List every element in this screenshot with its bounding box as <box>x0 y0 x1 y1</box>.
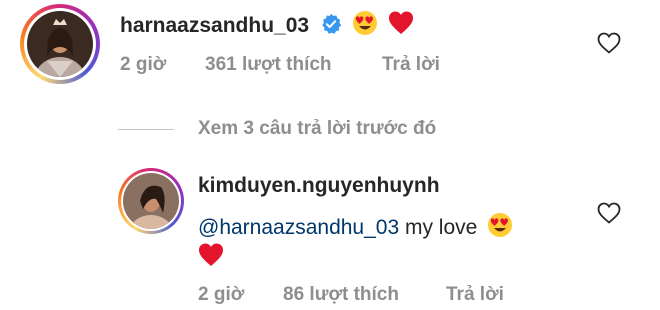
username-line: kimduyen.nguyenhuynh <box>198 174 440 198</box>
verified-badge-icon <box>320 13 342 41</box>
mention-link[interactable]: @harnaazsandhu_03 <box>198 216 399 239</box>
comment-kimduyen: kimduyen.nguyenhuynh @harnaazsandhu_03 m… <box>0 160 660 310</box>
username[interactable]: harnaazsandhu_03 <box>120 14 309 37</box>
comment-meta: 2 giờ 86 lượt thích Trả lời <box>198 284 598 308</box>
like-count[interactable]: 361 lượt thích <box>205 54 332 76</box>
reply-button[interactable]: Trả lời <box>382 54 440 76</box>
like-count[interactable]: 86 lượt thích <box>283 284 399 306</box>
timestamp[interactable]: 2 giờ <box>198 284 244 306</box>
avatar-photo-icon <box>123 173 179 229</box>
username[interactable]: kimduyen.nguyenhuynh <box>198 174 440 197</box>
comment-text: @harnaazsandhu_03 my love <box>198 212 513 244</box>
timestamp[interactable]: 2 giờ <box>120 54 166 76</box>
smiling-face-heart-eyes-icon <box>487 212 513 244</box>
smiling-face-heart-eyes-icon <box>352 10 378 42</box>
view-previous-label[interactable]: Xem 3 câu trả lời trước đó <box>198 118 436 140</box>
avatar-photo-icon <box>27 11 93 77</box>
comment-meta: 2 giờ 361 lượt thích Trả lời <box>120 54 520 78</box>
red-heart-icon <box>388 10 414 42</box>
avatar[interactable] <box>20 4 100 84</box>
red-heart-icon <box>198 242 224 273</box>
avatar[interactable] <box>118 168 184 234</box>
divider-line <box>118 129 174 130</box>
like-heart-icon[interactable] <box>597 32 621 59</box>
comment-harnaazsandhu: harnaazsandhu_03 2 giờ 361 lượt thích Tr… <box>0 0 660 100</box>
username-line: harnaazsandhu_03 <box>120 10 414 42</box>
like-heart-icon[interactable] <box>597 202 621 229</box>
reply-button[interactable]: Trả lời <box>446 284 504 306</box>
comment-body: my love <box>399 216 478 239</box>
